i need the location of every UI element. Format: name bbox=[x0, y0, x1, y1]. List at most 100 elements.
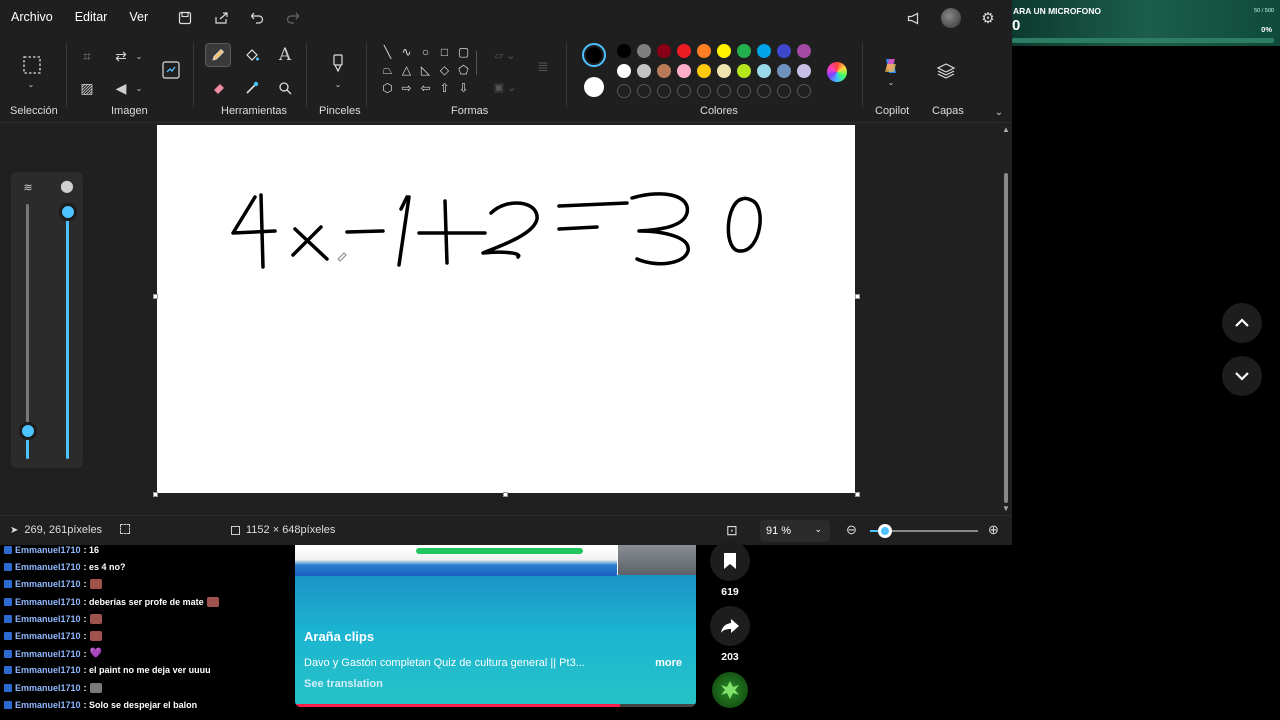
drawing-canvas[interactable] bbox=[157, 125, 855, 493]
chat-username[interactable]: Emmanuel1710 bbox=[15, 579, 81, 589]
chevron-down-icon[interactable]: ⌄ bbox=[992, 105, 1006, 119]
zoom-slider-thumb[interactable] bbox=[878, 524, 892, 538]
color-picker-icon[interactable] bbox=[243, 79, 261, 97]
custom-color-slot[interactable] bbox=[697, 84, 711, 98]
gear-icon[interactable]: ⚙ bbox=[979, 9, 997, 27]
color-swatch[interactable] bbox=[797, 64, 811, 78]
canvas-resize-handle[interactable] bbox=[855, 492, 860, 497]
megaphone-icon[interactable] bbox=[905, 9, 923, 27]
chat-username[interactable]: Emmanuel1710 bbox=[15, 649, 81, 659]
crop-icon[interactable]: ⌗ bbox=[78, 47, 96, 65]
text-icon[interactable]: A bbox=[276, 45, 294, 65]
size-slider-track[interactable] bbox=[26, 204, 29, 459]
size-slider-thumb[interactable] bbox=[19, 422, 37, 440]
save-icon[interactable] bbox=[176, 9, 194, 27]
custom-color-slot[interactable] bbox=[637, 84, 651, 98]
oval-shape-icon[interactable]: ○ bbox=[416, 43, 435, 61]
color-swatch[interactable] bbox=[777, 64, 791, 78]
channel-logo[interactable] bbox=[712, 672, 748, 708]
color-swatch[interactable] bbox=[717, 44, 731, 58]
more-link[interactable]: more bbox=[655, 657, 682, 669]
rectangle-shape-icon[interactable]: □ bbox=[435, 43, 454, 61]
color-swatch[interactable] bbox=[697, 64, 711, 78]
redo-icon[interactable] bbox=[284, 9, 302, 27]
color-swatch[interactable] bbox=[637, 64, 651, 78]
edit-colors-icon[interactable] bbox=[826, 61, 848, 83]
next-video-button[interactable] bbox=[1222, 356, 1262, 396]
color-swatch[interactable] bbox=[637, 44, 651, 58]
color-swatch[interactable] bbox=[617, 44, 631, 58]
menu-editar[interactable]: Editar bbox=[64, 0, 119, 35]
color-swatch[interactable] bbox=[777, 44, 791, 58]
pencil-icon[interactable] bbox=[205, 43, 231, 67]
custom-color-slot[interactable] bbox=[617, 84, 631, 98]
line-shape-icon[interactable]: ╲ bbox=[378, 43, 397, 61]
size-icon[interactable]: ≣ bbox=[532, 55, 554, 77]
hexagon-shape-icon[interactable]: ⬡ bbox=[378, 79, 397, 97]
down-arrow-shape-icon[interactable]: ⇩ bbox=[454, 79, 473, 97]
select-region-icon[interactable] bbox=[160, 59, 182, 81]
chevron-down-icon[interactable]: ⌄ bbox=[134, 47, 144, 65]
curve-shape-icon[interactable]: ∿ bbox=[397, 43, 416, 61]
diamond-shape-icon[interactable]: ◇ bbox=[435, 61, 454, 79]
chat-username[interactable]: Emmanuel1710 bbox=[15, 631, 81, 641]
zoom-dropdown[interactable]: 91 % ⌄ bbox=[760, 520, 830, 542]
color-swatch[interactable] bbox=[717, 64, 731, 78]
chevron-down-icon[interactable]: ⌄ bbox=[134, 79, 144, 97]
share-button[interactable] bbox=[710, 606, 750, 646]
color2-swatch[interactable] bbox=[584, 77, 604, 97]
color-swatch[interactable] bbox=[617, 64, 631, 78]
custom-color-slot[interactable] bbox=[657, 84, 671, 98]
right-arrow-shape-icon[interactable]: ⇨ bbox=[397, 79, 416, 97]
color-swatch[interactable] bbox=[797, 44, 811, 58]
canvas-resize-handle[interactable] bbox=[153, 294, 158, 299]
chat-username[interactable]: Emmanuel1710 bbox=[15, 683, 81, 693]
canvas-resize-handle[interactable] bbox=[503, 492, 508, 497]
color-swatch[interactable] bbox=[677, 44, 691, 58]
custom-color-slot[interactable] bbox=[717, 84, 731, 98]
opacity-slider-track[interactable] bbox=[66, 204, 69, 459]
magnifier-icon[interactable] bbox=[276, 79, 294, 97]
rotate-icon[interactable]: ◀ bbox=[112, 79, 130, 97]
hatch-icon[interactable]: ▨ bbox=[78, 79, 96, 97]
custom-color-slot[interactable] bbox=[737, 84, 751, 98]
selection-tool-icon[interactable] bbox=[20, 53, 44, 77]
custom-color-slot[interactable] bbox=[777, 84, 791, 98]
layers-icon[interactable] bbox=[934, 59, 958, 83]
zoom-out-icon[interactable]: ⊖ bbox=[846, 522, 857, 538]
triangle-shape-icon[interactable]: △ bbox=[397, 61, 416, 79]
save-button[interactable] bbox=[710, 541, 750, 581]
see-translation-link[interactable]: See translation bbox=[304, 678, 383, 690]
chat-username[interactable]: Emmanuel1710 bbox=[15, 665, 81, 675]
eraser-icon[interactable] bbox=[210, 79, 228, 97]
account-avatar[interactable] bbox=[941, 8, 961, 28]
undo-icon[interactable] bbox=[248, 9, 266, 27]
chat-username[interactable]: Emmanuel1710 bbox=[15, 700, 81, 710]
polygon-shape-icon[interactable]: ⏢ bbox=[378, 61, 397, 79]
right-triangle-shape-icon[interactable]: ◺ bbox=[416, 61, 435, 79]
rounded-rectangle-shape-icon[interactable]: ▢ bbox=[454, 43, 473, 61]
chat-username[interactable]: Emmanuel1710 bbox=[15, 597, 81, 607]
custom-color-slot[interactable] bbox=[797, 84, 811, 98]
left-arrow-shape-icon[interactable]: ⇦ bbox=[416, 79, 435, 97]
copilot-icon[interactable] bbox=[880, 55, 902, 77]
color-swatch[interactable] bbox=[737, 64, 751, 78]
vertical-scrollbar[interactable]: ▲ ▼ bbox=[1002, 125, 1010, 513]
color1-swatch[interactable] bbox=[582, 43, 606, 67]
color-swatch[interactable] bbox=[657, 44, 671, 58]
chevron-down-icon[interactable]: ⌄ bbox=[333, 79, 343, 89]
brush-icon[interactable] bbox=[328, 51, 348, 75]
fit-screen-icon[interactable]: ⊡ bbox=[726, 522, 738, 539]
previous-video-button[interactable] bbox=[1222, 303, 1262, 343]
canvas-resize-handle[interactable] bbox=[153, 492, 158, 497]
menu-ver[interactable]: Ver bbox=[118, 0, 159, 35]
zoom-in-icon[interactable]: ⊕ bbox=[988, 522, 999, 538]
video-progress-bar[interactable] bbox=[295, 704, 696, 707]
video-title[interactable]: Davo y Gastón completan Quiz de cultura … bbox=[304, 657, 585, 669]
scroll-up-icon[interactable]: ▲ bbox=[1002, 125, 1010, 134]
scrollbar-thumb[interactable] bbox=[1004, 173, 1008, 503]
color-swatch[interactable] bbox=[737, 44, 751, 58]
fill-bucket-icon[interactable] bbox=[243, 45, 261, 65]
outline-icon[interactable]: ▱ ⌄ bbox=[490, 47, 520, 63]
scroll-down-icon[interactable]: ▼ bbox=[1002, 504, 1010, 513]
